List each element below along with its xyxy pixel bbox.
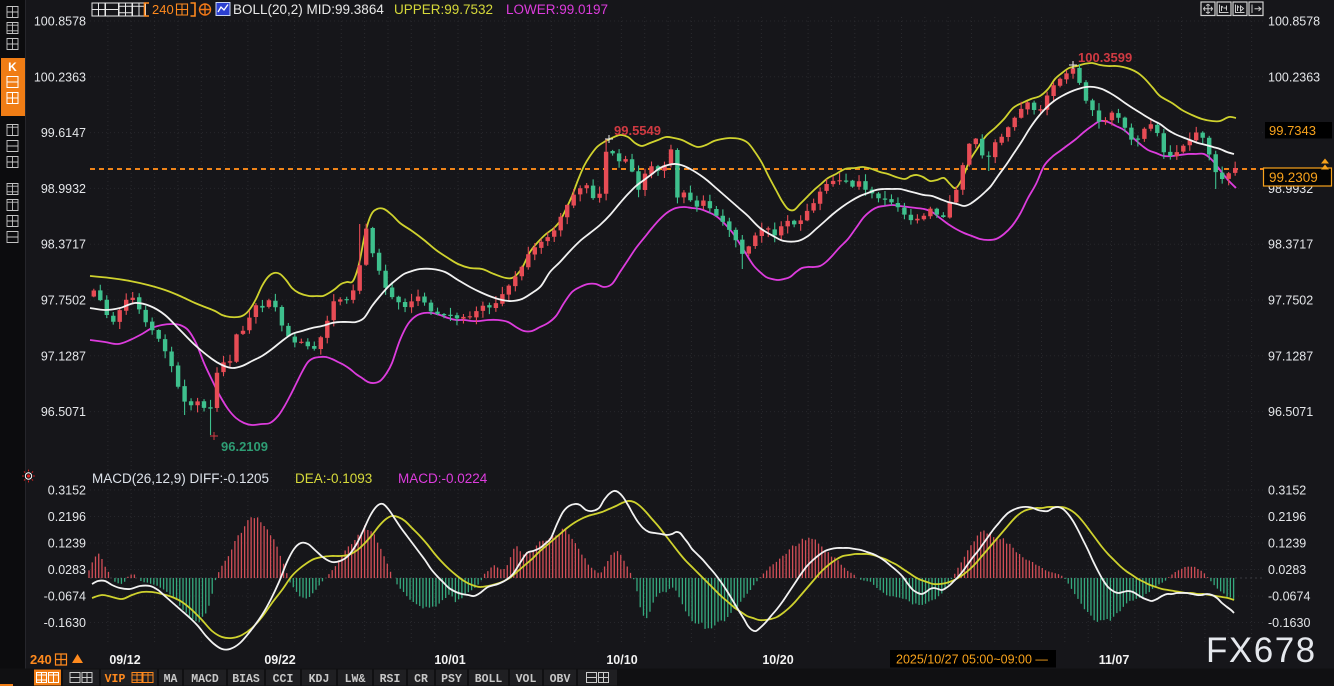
svg-text:10/20: 10/20 xyxy=(762,653,793,667)
svg-text:100.2363: 100.2363 xyxy=(1268,70,1320,84)
svg-text:0.1239: 0.1239 xyxy=(48,537,86,551)
svg-text:CCI: CCI xyxy=(273,673,294,686)
svg-text:0.3152: 0.3152 xyxy=(1268,484,1306,498)
svg-text:0.2196: 0.2196 xyxy=(48,510,86,524)
svg-text:96.5071: 96.5071 xyxy=(1268,405,1313,419)
svg-text:09/12: 09/12 xyxy=(109,653,140,667)
svg-text:0.0283: 0.0283 xyxy=(48,563,86,577)
svg-text:KDJ: KDJ xyxy=(309,673,330,686)
svg-text:98.9932: 98.9932 xyxy=(41,182,86,196)
svg-text:OBV: OBV xyxy=(550,673,571,686)
svg-text:LOWER:99.0197: LOWER:99.0197 xyxy=(506,2,608,17)
svg-text:BIAS: BIAS xyxy=(232,673,260,686)
svg-text:10/01: 10/01 xyxy=(434,653,465,667)
svg-text:MACD(26,12,9) DIFF:-0.1205: MACD(26,12,9) DIFF:-0.1205 xyxy=(92,471,269,486)
svg-text:0.0283: 0.0283 xyxy=(1268,563,1306,577)
svg-text:100.2363: 100.2363 xyxy=(34,70,86,84)
svg-text:0.3152: 0.3152 xyxy=(48,484,86,498)
svg-text:240: 240 xyxy=(152,2,174,17)
svg-text:CR: CR xyxy=(414,673,428,686)
svg-text:97.7502: 97.7502 xyxy=(1268,294,1313,308)
svg-text:11/07: 11/07 xyxy=(1099,653,1130,667)
svg-text:10/10: 10/10 xyxy=(606,653,637,667)
svg-text:-0.1630: -0.1630 xyxy=(44,616,86,630)
svg-text:BOLL: BOLL xyxy=(475,673,503,686)
svg-text:0.1239: 0.1239 xyxy=(1268,537,1306,551)
svg-text:100.8578: 100.8578 xyxy=(34,15,86,29)
svg-text:240: 240 xyxy=(30,652,52,667)
svg-text:98.3717: 98.3717 xyxy=(1268,238,1313,252)
svg-text:-0.0674: -0.0674 xyxy=(1268,590,1310,604)
svg-text:VOL: VOL xyxy=(516,673,537,686)
svg-text:K: K xyxy=(8,60,17,74)
svg-text:MACD:-0.0224: MACD:-0.0224 xyxy=(398,471,488,486)
svg-text:LW&: LW& xyxy=(345,673,366,686)
svg-text:96.2109: 96.2109 xyxy=(221,439,268,454)
svg-text:MACD: MACD xyxy=(191,673,219,686)
svg-text:FX678: FX678 xyxy=(1206,631,1317,670)
svg-text:2025/10/27 05:00~09:00 —: 2025/10/27 05:00~09:00 — xyxy=(896,653,1048,667)
svg-text:UPPER:99.7532: UPPER:99.7532 xyxy=(394,2,493,17)
svg-text:PSY: PSY xyxy=(441,673,462,686)
svg-text:99.6147: 99.6147 xyxy=(41,126,86,140)
svg-text:RSI: RSI xyxy=(380,673,401,686)
svg-text:100.8578: 100.8578 xyxy=(1268,15,1320,29)
svg-text:BOLL(20,2) MID:99.3864: BOLL(20,2) MID:99.3864 xyxy=(233,2,384,17)
svg-text:VIP: VIP xyxy=(105,673,126,686)
svg-text:DEA:-0.1093: DEA:-0.1093 xyxy=(295,471,372,486)
svg-text:99.2309: 99.2309 xyxy=(1269,170,1318,185)
svg-text:96.5071: 96.5071 xyxy=(41,405,86,419)
svg-text:09/22: 09/22 xyxy=(264,653,295,667)
svg-text:100.3599: 100.3599 xyxy=(1078,50,1132,65)
svg-text:97.7502: 97.7502 xyxy=(41,294,86,308)
svg-text:99.7343: 99.7343 xyxy=(1269,123,1316,138)
svg-text:-0.1630: -0.1630 xyxy=(1268,616,1310,630)
svg-text:97.1287: 97.1287 xyxy=(1268,349,1313,363)
svg-text:98.3717: 98.3717 xyxy=(41,238,86,252)
svg-text:MA: MA xyxy=(164,673,178,686)
svg-text:97.1287: 97.1287 xyxy=(41,349,86,363)
svg-text:99.5549: 99.5549 xyxy=(614,123,661,138)
svg-text:-0.0674: -0.0674 xyxy=(44,590,86,604)
svg-text:0.2196: 0.2196 xyxy=(1268,510,1306,524)
